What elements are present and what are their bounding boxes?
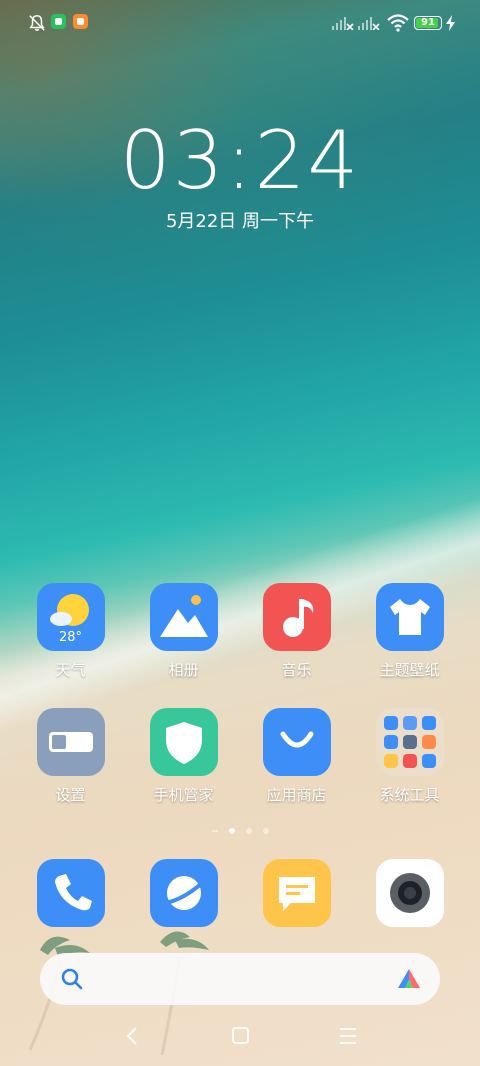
signal-x-icon	[332, 17, 354, 30]
back-icon[interactable]	[118, 1022, 148, 1050]
folder-mini-app	[383, 754, 398, 768]
app-label: 音乐	[281, 661, 312, 679]
charging-bolt-icon	[446, 15, 455, 31]
app-label: 天气	[55, 661, 86, 679]
app-store[interactable]: 应用商店	[240, 708, 353, 805]
app-settings[interactable]: 设置	[14, 708, 127, 805]
folder-icon	[375, 708, 444, 776]
page-dot[interactable]	[211, 830, 218, 832]
menu-icon[interactable]	[333, 1022, 363, 1050]
folder-mini-app	[421, 754, 436, 768]
search-bar[interactable]	[40, 953, 440, 1005]
home-icon[interactable]	[225, 1022, 255, 1050]
page-dot[interactable]	[245, 828, 252, 834]
folder-mini-app	[402, 716, 417, 730]
messages-icon[interactable]	[263, 859, 331, 927]
gallery-icon	[149, 583, 218, 651]
app-label: 设置	[55, 786, 86, 804]
app-themes[interactable]: 主题壁纸	[353, 583, 466, 680]
page-dot[interactable]	[262, 828, 269, 834]
folder-mini-app	[383, 735, 398, 749]
app-store-icon	[262, 708, 331, 776]
music-icon	[262, 583, 331, 651]
app-music[interactable]: 音乐	[240, 583, 353, 680]
app-label: 主题壁纸	[379, 661, 440, 679]
app-system-tools[interactable]: 系统工具	[353, 708, 466, 805]
app-notification-green-icon	[51, 14, 66, 29]
battery-icon: 91	[414, 16, 442, 30]
app-notification-orange-icon	[73, 14, 88, 29]
settings-icon	[36, 708, 105, 776]
status-bar: 91	[0, 0, 480, 48]
signal-x-icon	[358, 17, 380, 30]
search-icon	[61, 968, 83, 990]
page-dot[interactable]	[228, 828, 235, 834]
clock-time[interactable]: 03:24	[0, 116, 480, 206]
folder-mini-app	[421, 716, 436, 730]
app-security[interactable]: 手机管家	[127, 708, 240, 805]
security-icon	[149, 708, 218, 776]
bell-muted-icon	[29, 15, 45, 31]
folder-mini-app	[402, 735, 417, 749]
camera-icon[interactable]	[376, 859, 444, 927]
weather-temperature: 28°	[58, 630, 83, 645]
phone-icon[interactable]	[37, 859, 105, 927]
app-weather[interactable]: 28° 天气	[14, 583, 127, 680]
app-label: 相册	[168, 661, 199, 679]
clock-date[interactable]: 5月22日 周一下午	[0, 207, 480, 233]
folder-mini-app	[402, 754, 417, 768]
app-label: 应用商店	[266, 786, 327, 804]
page-indicator	[0, 828, 480, 834]
app-label: 系统工具	[379, 786, 440, 804]
themes-icon	[375, 583, 444, 651]
folder-mini-app	[421, 735, 436, 749]
folder-mini-app	[383, 716, 398, 730]
assistant-icon[interactable]	[396, 967, 422, 991]
weather-icon: 28°	[36, 583, 105, 651]
app-label: 手机管家	[153, 786, 214, 804]
battery-level: 91	[421, 17, 435, 28]
browser-icon[interactable]	[150, 859, 218, 927]
wifi-icon	[387, 14, 409, 32]
app-gallery[interactable]: 相册	[127, 583, 240, 680]
